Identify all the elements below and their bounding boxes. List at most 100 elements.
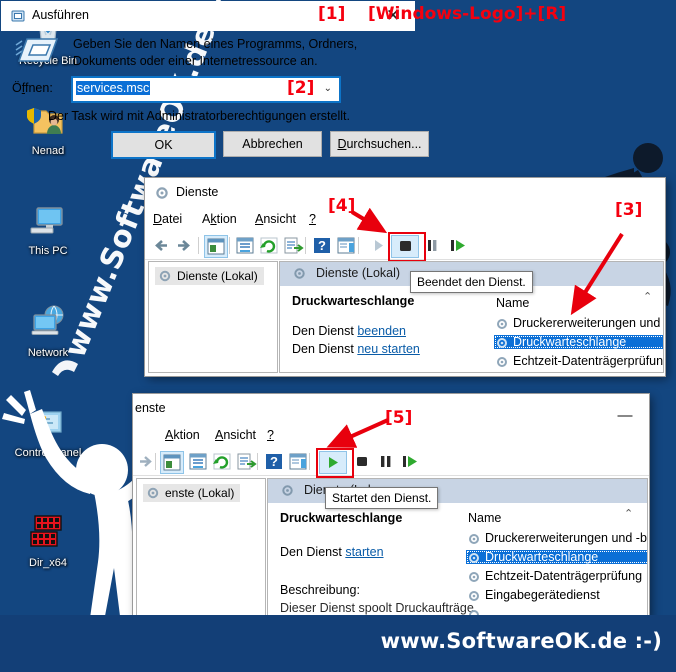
- refresh-icon[interactable]: [211, 451, 233, 472]
- gear-icon: [469, 591, 479, 601]
- start-service-prefix: Den Dienst: [280, 545, 346, 559]
- control-panel-icon: [2, 400, 94, 444]
- uac-notice: Der Task wird mit Administratorberechtig…: [48, 109, 350, 123]
- tree-pane[interactable]: enste (Lokal): [136, 478, 266, 618]
- pause-service-icon[interactable]: [375, 451, 397, 472]
- sort-ascending-icon: ⌃: [643, 291, 653, 303]
- show-hide-tree-icon[interactable]: [160, 451, 184, 474]
- properties-icon[interactable]: [234, 235, 256, 256]
- ok-button[interactable]: OK: [111, 131, 216, 159]
- help-icon[interactable]: ?: [263, 451, 285, 472]
- desktop-icon-label: This PC: [28, 245, 68, 257]
- restart-service-prefix: Den Dienst: [292, 342, 358, 356]
- menu-item-help[interactable]: ?: [309, 212, 316, 226]
- stop-service-icon[interactable]: [351, 451, 373, 472]
- menu-item-ansicht[interactable]: Ansicht: [255, 212, 296, 226]
- export-list-icon[interactable]: [235, 451, 257, 472]
- forward-icon[interactable]: [173, 235, 195, 256]
- show-hide-tree-icon[interactable]: [204, 235, 228, 258]
- toolbar-separator: [305, 237, 306, 254]
- restart-service-link[interactable]: neu starten: [357, 342, 420, 356]
- tree-node-services-local[interactable]: enste (Lokal): [143, 484, 241, 502]
- dir-x64-icon: [2, 510, 94, 554]
- help-icon[interactable]: ?: [311, 235, 333, 256]
- menu-item-datei[interactable]: Datei: [153, 212, 182, 226]
- desktop-icon-dir-x64[interactable]: Dir_x64: [2, 510, 94, 570]
- gear-icon: [497, 338, 507, 348]
- toolbar-separator: [257, 453, 258, 470]
- step-marker-3: [3]: [615, 200, 643, 220]
- toolbar[interactable]: ?: [145, 232, 665, 262]
- open-input-value[interactable]: services.msc: [76, 81, 151, 95]
- export-list-icon[interactable]: [282, 235, 304, 256]
- start-service-link[interactable]: starten: [345, 545, 383, 559]
- toolbar-separator: [198, 237, 199, 254]
- column-header-name[interactable]: Name: [496, 296, 529, 310]
- forward-icon[interactable]: [135, 451, 157, 472]
- tree-node-services-local[interactable]: Dienste (Lokal): [155, 267, 264, 285]
- services-window-top[interactable]: Dienste Datei Aktion Ansicht ? ? Dienste…: [145, 178, 665, 376]
- toolbar[interactable]: ?: [133, 448, 649, 478]
- this-pc-icon: [2, 198, 94, 242]
- list-item[interactable]: Echtzeit-Datenträgerprüfung: [466, 569, 647, 583]
- menu-item-aktion[interactable]: Aktion: [202, 212, 237, 226]
- restart-service-icon[interactable]: [447, 235, 469, 256]
- gear-icon: [294, 268, 305, 279]
- cancel-button[interactable]: Abbrechen: [223, 131, 322, 157]
- desktop-icon-control-panel[interactable]: Control Panel: [2, 400, 94, 459]
- pause-service-icon[interactable]: [423, 235, 445, 256]
- stop-service-tooltip: Beendet den Dienst.: [410, 271, 533, 293]
- show-action-pane-icon[interactable]: [335, 235, 357, 256]
- refresh-icon[interactable]: [258, 235, 280, 256]
- toolbar-separator: [309, 453, 310, 470]
- browse-button[interactable]: Durchsuchen...: [330, 131, 429, 157]
- title-bar[interactable]: Ausführen ✕: [1, 1, 415, 31]
- desktop-icon-this-pc[interactable]: This PC: [2, 198, 94, 258]
- list-item[interactable]: Druckererweiterungen und -benachrich: [466, 531, 647, 545]
- list-item[interactable]: Echtzeit-Datenträgerprüfung: [494, 354, 664, 368]
- properties-icon[interactable]: [187, 451, 209, 472]
- desktop-icon-label: Dir_x64: [29, 557, 67, 569]
- stop-service-link[interactable]: beenden: [357, 324, 406, 338]
- list-item-label: Echtzeit-Datenträgerprüfung: [485, 569, 643, 583]
- stop-service-action: Den Dienst beenden: [292, 324, 406, 338]
- list-item[interactable]: Druckwarteschlange: [466, 550, 647, 564]
- stop-service-highlight: [388, 232, 426, 262]
- start-service-action: Den Dienst starten: [280, 545, 384, 559]
- menu-item-aktion[interactable]: Aktion: [165, 428, 200, 442]
- restart-service-action: Den Dienst neu starten: [292, 342, 420, 356]
- list-item[interactable]: Druckwarteschlange: [494, 335, 663, 349]
- list-item[interactable]: Druckererweiterungen und -b: [494, 316, 663, 330]
- title-bar[interactable]: Dienste: [145, 178, 665, 208]
- show-action-pane-icon[interactable]: [287, 451, 309, 472]
- desktop-icon-label: Nenad: [31, 145, 65, 157]
- back-icon[interactable]: [150, 235, 172, 256]
- list-item[interactable]: Eingabegerätedienst: [466, 588, 647, 602]
- list-item-label: Eingabegerätedienst: [485, 588, 600, 602]
- step-marker-5: [5]: [385, 408, 413, 428]
- run-dialog-description-line1: Geben Sie den Namen eines Programms, Ord…: [73, 37, 358, 51]
- chevron-down-icon[interactable]: ⌄: [324, 83, 332, 94]
- selected-service-title: Druckwarteschlange: [292, 294, 415, 308]
- column-header-name[interactable]: Name: [468, 511, 501, 525]
- open-label: Öffnen:: [12, 81, 53, 95]
- tree-pane[interactable]: Dienste (Lokal): [148, 261, 278, 373]
- menu-bar[interactable]: Datei Aktion Ansicht ?: [145, 208, 665, 232]
- start-service-icon[interactable]: [367, 235, 389, 256]
- gear-icon: [469, 553, 479, 563]
- svg-text:?: ?: [318, 238, 326, 253]
- restart-service-icon[interactable]: [399, 451, 421, 472]
- footer-banner: www.SoftwareOK.de :-): [0, 615, 676, 672]
- description-text: Dieser Dienst spoolt Druckaufträge: [280, 601, 474, 615]
- details-pane-title: Dienste (Lokal): [316, 266, 401, 280]
- list-item-label: Echtzeit-Datenträgerprüfung: [513, 354, 664, 368]
- step-marker-1: [1]: [318, 4, 346, 24]
- start-service-highlight: [316, 448, 354, 478]
- menu-item-ansicht[interactable]: Ansicht: [215, 428, 256, 442]
- gear-icon: [282, 485, 293, 496]
- window-title: Ausführen: [32, 8, 89, 22]
- menu-item-help[interactable]: ?: [267, 428, 274, 442]
- list-item-label: Druckererweiterungen und -benachrich: [485, 531, 647, 545]
- desktop-icon-nenad[interactable]: Nenad: [2, 98, 94, 158]
- tree-node-label: enste (Lokal): [165, 486, 235, 500]
